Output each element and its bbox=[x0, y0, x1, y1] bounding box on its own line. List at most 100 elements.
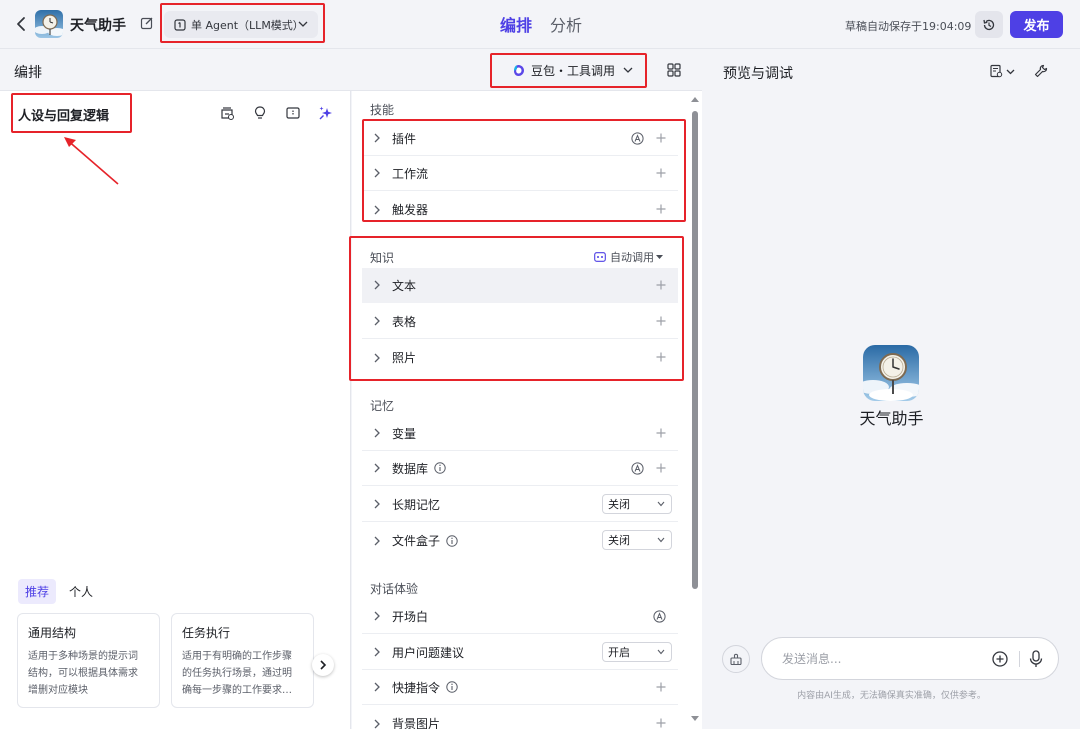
clock-sky-image bbox=[863, 345, 919, 401]
select-value: 开启 bbox=[608, 646, 630, 659]
template-scroll-right-button[interactable] bbox=[312, 654, 334, 676]
chevron-right-icon bbox=[374, 280, 380, 290]
split-view-icon[interactable] bbox=[285, 105, 301, 121]
info-icon[interactable] bbox=[446, 534, 458, 547]
annotation-arrow-icon bbox=[64, 137, 119, 185]
model-label: 豆包・工具调用 bbox=[531, 63, 616, 78]
info-icon[interactable] bbox=[446, 681, 458, 693]
caret-down-icon bbox=[656, 254, 663, 259]
chevron-down-icon bbox=[657, 649, 665, 655]
chevron-down-icon bbox=[298, 21, 308, 27]
row-label: 开场白 bbox=[392, 609, 429, 624]
chevron-right-icon bbox=[374, 536, 380, 545]
history-icon bbox=[983, 19, 995, 30]
plus-icon[interactable] bbox=[656, 682, 666, 692]
wrench-icon[interactable] bbox=[1034, 63, 1048, 79]
scrollbar-thumb[interactable] bbox=[692, 111, 698, 589]
template-card[interactable]: 任务执行 适用于有明确的工作步骤 的任务执行场景，通过明 确每一步骤的工作要求… bbox=[171, 613, 314, 708]
edit-icon[interactable] bbox=[140, 16, 154, 30]
plus-circle-icon[interactable] bbox=[992, 651, 1008, 667]
auto-mode-a-icon[interactable] bbox=[631, 132, 644, 145]
plus-icon[interactable] bbox=[656, 168, 666, 178]
auto-call-icon bbox=[594, 252, 606, 262]
chevron-right-icon bbox=[374, 133, 380, 143]
clear-chat-button[interactable] bbox=[722, 645, 750, 673]
input-divider bbox=[1019, 651, 1020, 667]
clock-sky-image bbox=[35, 10, 63, 38]
template-tabs: 推荐 个人 bbox=[18, 579, 100, 604]
message-input-box bbox=[761, 637, 1059, 680]
info-icon[interactable] bbox=[434, 462, 446, 474]
template-tab-recommend[interactable]: 推荐 bbox=[18, 579, 57, 604]
agent-mode-icon bbox=[174, 18, 186, 31]
memory-row-database[interactable]: 数据库 bbox=[362, 451, 678, 486]
select-value: 关闭 bbox=[608, 534, 630, 547]
lightbulb-icon[interactable] bbox=[252, 105, 268, 121]
dialog-row-suggestion[interactable]: 用户问题建议 开启 bbox=[362, 635, 678, 670]
agent-mode-select[interactable]: 单 Agent（LLM模式） bbox=[164, 11, 318, 38]
chevron-down-icon bbox=[1006, 69, 1015, 74]
template-card[interactable]: 通用结构 适用于多种场景的提示词 结构，可以根据具体需求 增删对应模块 bbox=[17, 613, 160, 708]
template-card-desc: 适用于多种场景的提示词 结构，可以根据具体需求 增删对应模块 bbox=[28, 651, 138, 696]
broom-clear-icon bbox=[730, 653, 742, 666]
layout-grid-icon[interactable] bbox=[667, 63, 681, 77]
template-tab-personal[interactable]: 个人 bbox=[62, 579, 100, 604]
skills-panel: 技能 插件 工作流 触发器 知识 自动调用 文本 表格 照片 记忆 变量 数据库… bbox=[352, 91, 702, 729]
ai-optimize-sparkle-icon[interactable] bbox=[318, 105, 334, 121]
plus-icon[interactable] bbox=[656, 280, 666, 290]
knowledge-row-text[interactable]: 文本 bbox=[362, 268, 678, 303]
long-memory-toggle-select[interactable]: 关闭 bbox=[602, 494, 672, 514]
select-value: 关闭 bbox=[608, 498, 630, 511]
plus-icon[interactable] bbox=[656, 428, 666, 438]
ai-disclaimer: 内容由AI生成，无法确保真实准确，仅供参考。 bbox=[797, 691, 986, 701]
scroll-down-arrow-icon[interactable] bbox=[691, 716, 699, 722]
prompt-library-icon[interactable] bbox=[219, 105, 235, 121]
skill-row-trigger[interactable]: 触发器 bbox=[362, 192, 678, 227]
plus-icon[interactable] bbox=[656, 316, 666, 326]
row-label: 文本 bbox=[392, 278, 417, 293]
message-input[interactable] bbox=[782, 651, 982, 666]
microphone-icon[interactable] bbox=[1028, 650, 1044, 668]
auto-mode-a-icon[interactable] bbox=[653, 610, 666, 623]
memory-row-file-box[interactable]: 文件盒子 关闭 bbox=[362, 523, 678, 558]
plus-icon[interactable] bbox=[656, 133, 666, 143]
tab-arrange[interactable]: 编排 bbox=[500, 12, 532, 36]
memory-row-long-term[interactable]: 长期记忆 关闭 bbox=[362, 487, 678, 522]
chevron-down-icon bbox=[657, 537, 665, 543]
preview-settings-select[interactable] bbox=[989, 63, 1015, 79]
scroll-up-arrow-icon[interactable] bbox=[691, 96, 699, 102]
preview-bot-avatar bbox=[863, 345, 919, 401]
autosave-status: 草稿自动保存于19:04:09 bbox=[845, 20, 972, 33]
chevron-down-icon bbox=[657, 501, 665, 507]
auto-mode-a-icon[interactable] bbox=[631, 462, 644, 475]
section-knowledge-title: 知识 bbox=[370, 251, 395, 265]
knowledge-auto-call-select[interactable]: 自动调用 bbox=[594, 249, 663, 265]
dialog-row-opening[interactable]: 开场白 bbox=[362, 599, 678, 634]
template-card-title: 任务执行 bbox=[182, 626, 231, 640]
plus-icon[interactable] bbox=[656, 352, 666, 362]
dialog-row-shortcut[interactable]: 快捷指令 bbox=[362, 670, 678, 705]
chevron-right-icon bbox=[374, 647, 380, 657]
auto-call-label: 自动调用 bbox=[610, 251, 654, 264]
plus-icon[interactable] bbox=[656, 463, 666, 473]
plus-icon[interactable] bbox=[656, 204, 666, 214]
suggestion-toggle-select[interactable]: 开启 bbox=[602, 642, 672, 662]
row-label: 工作流 bbox=[392, 166, 429, 181]
chevron-right-icon bbox=[374, 611, 380, 621]
skill-row-plugin[interactable]: 插件 bbox=[362, 121, 678, 156]
row-label: 长期记忆 bbox=[392, 497, 441, 512]
template-card-title: 通用结构 bbox=[28, 626, 77, 640]
history-button[interactable] bbox=[975, 11, 1003, 38]
memory-row-variable[interactable]: 变量 bbox=[362, 416, 678, 451]
back-arrow-icon[interactable] bbox=[12, 13, 30, 35]
model-select[interactable]: 豆包・工具调用 bbox=[512, 57, 633, 83]
tab-analysis[interactable]: 分析 bbox=[550, 12, 582, 36]
plus-icon[interactable] bbox=[656, 718, 666, 728]
knowledge-row-photo[interactable]: 照片 bbox=[362, 340, 678, 375]
skill-row-workflow[interactable]: 工作流 bbox=[362, 156, 678, 191]
dialog-row-background[interactable]: 背景图片 bbox=[362, 706, 678, 729]
bot-avatar[interactable] bbox=[35, 10, 63, 38]
knowledge-row-table[interactable]: 表格 bbox=[362, 304, 678, 339]
publish-button[interactable]: 发布 bbox=[1010, 11, 1063, 38]
file-box-toggle-select[interactable]: 关闭 bbox=[602, 530, 672, 550]
